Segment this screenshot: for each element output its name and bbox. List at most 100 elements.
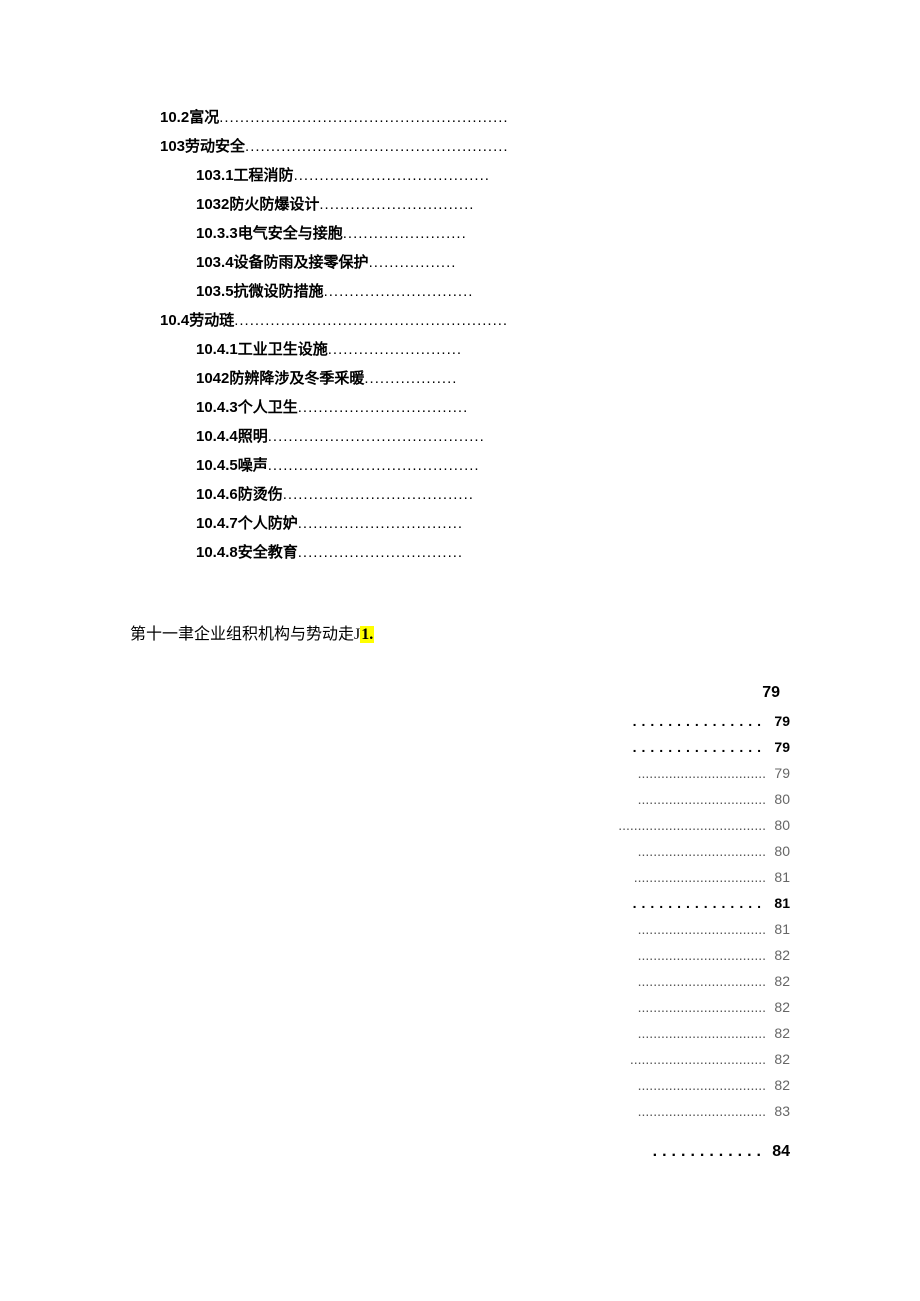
toc-entry: 103劳动安全.................................… — [160, 139, 790, 154]
toc-block: 10.2富况..................................… — [160, 110, 790, 560]
toc-entry-dots: ........................ — [343, 226, 467, 241]
page-ref-line: ................................. 82 — [560, 1000, 790, 1014]
toc-entry-dots: ........................................… — [219, 110, 508, 125]
toc-entry-number: 1042 — [196, 371, 229, 386]
toc-entry-text: 劳动安全 — [185, 139, 245, 154]
toc-entry-text: 富况 — [189, 110, 219, 125]
page-ref-dots: ............... — [633, 740, 766, 754]
page-ref-number: 80 — [768, 818, 790, 832]
page-ref-number: 79 — [768, 740, 790, 754]
toc-entry-text: 个人防妒 — [238, 516, 298, 531]
page-ref-dots: ................................. — [638, 766, 766, 780]
toc-entry-dots: ................................ — [298, 516, 463, 531]
toc-entry-number: 10.4.8 — [196, 545, 238, 560]
page-number-top: 79 — [762, 684, 780, 702]
page-ref-dots: ................................... — [630, 1052, 766, 1066]
toc-entry: 1042防辨降涉及冬季釆暖.................. — [196, 371, 790, 386]
toc-entry: 10.4.4 照明...............................… — [196, 429, 790, 444]
toc-entry-dots: .................. — [364, 371, 457, 386]
toc-entry: 10.4.5 噪声 ..............................… — [196, 458, 790, 473]
toc-entry-dots: ........................................… — [245, 139, 509, 154]
toc-entry-number: 10.4.1 — [196, 342, 238, 357]
page-ref-number: 81 — [768, 870, 790, 884]
page-ref-dots: ................................. — [638, 844, 766, 858]
page-ref-line: ................................. 80 — [560, 792, 790, 806]
page-ref-dots: ................................. — [638, 1078, 766, 1092]
page-ref-dots: ................................. — [638, 948, 766, 962]
toc-entry-number: 10.4.7 — [196, 516, 238, 531]
toc-entry-number: 103.5 — [196, 284, 234, 299]
toc-entry-dots: ..................................... — [283, 487, 474, 502]
toc-entry-text: 照明 — [238, 429, 268, 444]
toc-entry-number: 10.4.6 — [196, 487, 238, 502]
toc-entry-number: 103 — [160, 139, 185, 154]
toc-entry: 10.4.8 安全教育.............................… — [196, 545, 790, 560]
page-ref-number: 79 — [768, 766, 790, 780]
toc-entry: 1032防火防爆设计 .............................… — [196, 197, 790, 212]
page-ref-dots: .................................. — [634, 870, 766, 884]
toc-entry-text: 劳动琏 — [189, 313, 234, 328]
page-ref-number: 82 — [768, 1026, 790, 1040]
page-ref-dots: ................................. — [638, 1000, 766, 1014]
toc-entry-dots: .......................... — [328, 342, 462, 357]
chapter-prefix: 第十一聿企业组积机构与势动走 — [130, 626, 354, 643]
toc-entry-text: 电气安全与接胞 — [238, 226, 343, 241]
page-ref-line: ................................. 83 — [560, 1104, 790, 1118]
page-ref-number: 82 — [768, 1078, 790, 1092]
toc-entry-dots: ................................. — [298, 400, 469, 415]
page-ref-number: 84 — [768, 1144, 790, 1160]
toc-entry: 103.5抗微设防措施 ............................… — [196, 284, 790, 299]
toc-entry: 103.4设备防雨及接零保护................. — [196, 255, 790, 270]
chapter-heading: 第十一聿企业组积机构与势动走J1. — [130, 620, 790, 644]
page-ref-number: 80 — [768, 792, 790, 806]
page-ref-number: 79 — [768, 714, 790, 728]
toc-entry-text: 安全教育 — [238, 545, 298, 560]
page-ref-dots: ................................. — [638, 974, 766, 988]
page-numbers-column: ............... 79............... 79....… — [560, 714, 790, 1160]
page-ref-line: ................................. 82 — [560, 974, 790, 988]
page-ref-number: 81 — [768, 922, 790, 936]
toc-entry: 10.4劳动琏.................................… — [160, 313, 790, 328]
page-ref-dots: ................................. — [638, 1026, 766, 1040]
toc-entry-text: 防火防爆设计 — [229, 197, 319, 212]
page-ref-dots: ............ — [653, 1144, 766, 1160]
page-ref-line: .................................. 81 — [560, 870, 790, 884]
page-ref-line: ................................. 80 — [560, 844, 790, 858]
page-ref-number: 82 — [768, 948, 790, 962]
toc-entry: 103.1工程消防...............................… — [196, 168, 790, 183]
toc-entry-text: 工业卫生设施 — [238, 342, 328, 357]
toc-entry-text: 设备防雨及接零保护 — [234, 255, 369, 270]
page-ref-line: ................................. 81 — [560, 922, 790, 936]
toc-entry: 10.4.6 防烫伤..............................… — [196, 487, 790, 502]
toc-entry-dots: ........................................… — [268, 458, 480, 473]
page-ref-number: 83 — [768, 1104, 790, 1118]
page-ref-number: 81 — [768, 896, 790, 910]
page-ref-line: ................................. 82 — [560, 1026, 790, 1040]
toc-entry-text: 工程消防 — [234, 168, 294, 183]
toc-entry-dots: ........................................… — [268, 429, 485, 444]
toc-entry: 10.4.7 个人防妒.............................… — [196, 516, 790, 531]
page-ref-dots: ............... — [633, 714, 766, 728]
toc-entry-text: 抗微设防措施 — [234, 284, 324, 299]
toc-entry-text: 个人卫生 — [238, 400, 298, 415]
toc-entry-dots: ........................................… — [234, 313, 508, 328]
page-ref-dots: ................................. — [638, 792, 766, 806]
toc-entry: 10.2富况..................................… — [160, 110, 790, 125]
page-ref-line-last: ............ 84 — [560, 1144, 790, 1160]
toc-entry-text: 防烫伤 — [238, 487, 283, 502]
toc-entry-text: 防辨降涉及冬季釆暖 — [229, 371, 364, 386]
toc-entry-number: 10.4 — [160, 313, 189, 328]
toc-entry: 10.3.3电气安全与接胞........................ — [196, 226, 790, 241]
toc-entry-number: 10.2 — [160, 110, 189, 125]
chapter-highlight: 1. — [360, 626, 374, 643]
toc-entry-text: 噪声 — [238, 458, 268, 473]
page-ref-dots: ................................. — [638, 1104, 766, 1118]
page-ref-line: ................................. 82 — [560, 948, 790, 962]
page-ref-line: ................................. 82 — [560, 1078, 790, 1092]
page-ref-line: ................................... 82 — [560, 1052, 790, 1066]
page-ref-dots: ............... — [633, 896, 766, 910]
toc-entry-number: 10.4.4 — [196, 429, 238, 444]
toc-entry-number: 103.1 — [196, 168, 234, 183]
page-ref-line: ............... 81 — [560, 896, 790, 910]
toc-entry-number: 10.4.5 — [196, 458, 238, 473]
